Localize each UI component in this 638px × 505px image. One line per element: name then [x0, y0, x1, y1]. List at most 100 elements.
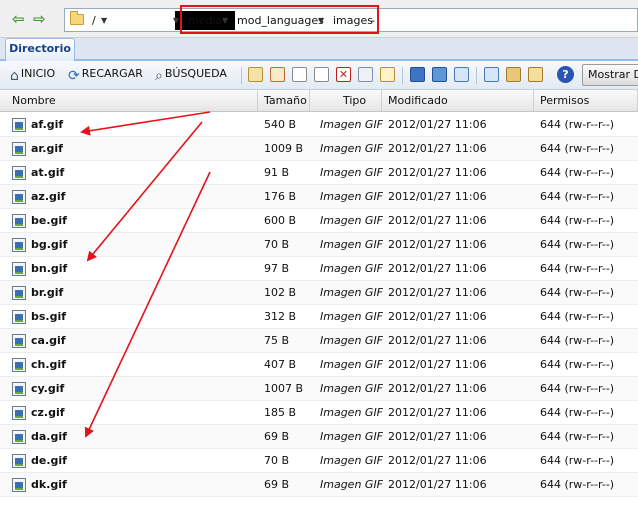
gif-image-icon — [12, 214, 26, 228]
back-arrow-icon[interactable]: ⇦ — [12, 12, 25, 27]
column-header-name[interactable]: Nombre — [7, 90, 258, 112]
gif-image-icon — [12, 478, 26, 492]
view-thumbnails-icon[interactable] — [410, 67, 425, 82]
table-row[interactable]: be.gif 600 B Imagen GIF 2012/01/27 11:06 644… — [0, 209, 638, 233]
extract-icon[interactable] — [528, 67, 543, 82]
file-size: 540 B — [264, 118, 297, 131]
file-size: 185 B — [264, 406, 297, 419]
delete-icon[interactable]: ✕ — [336, 67, 351, 82]
file-modified: 2012/01/27 11:06 — [388, 286, 487, 299]
file-size: 70 B — [264, 238, 290, 251]
file-name: de.gif — [31, 454, 67, 467]
file-size: 102 B — [264, 286, 297, 299]
edit-icon[interactable] — [270, 67, 285, 82]
toolbar-separator — [241, 67, 242, 84]
file-modified: 2012/01/27 11:06 — [388, 166, 487, 179]
file-type: Imagen GIF — [320, 214, 384, 227]
file-name: cz.gif — [31, 406, 65, 419]
archive-icon[interactable] — [506, 67, 521, 82]
table-row[interactable]: cz.gif 185 B Imagen GIF 2012/01/27 11:06 644… — [0, 401, 638, 425]
upload-icon[interactable] — [484, 67, 499, 82]
chevron-down-icon[interactable]: ▼ — [101, 15, 107, 27]
file-modified: 2012/01/27 11:06 — [388, 214, 487, 227]
chevron-down-icon[interactable]: ▼ — [173, 15, 179, 27]
help-icon[interactable]: ? — [557, 66, 574, 83]
file-type: Imagen GIF — [320, 310, 384, 323]
folder-icon — [70, 11, 84, 25]
toolbar-separator — [402, 67, 403, 84]
file-name: bn.gif — [31, 262, 68, 275]
file-permissions: 644 (rw-r--r--) — [540, 310, 615, 323]
table-row[interactable]: az.gif 176 B Imagen GIF 2012/01/27 11:06 644… — [0, 185, 638, 209]
rename-icon[interactable] — [380, 67, 395, 82]
file-name: da.gif — [31, 430, 67, 443]
file-modified: 2012/01/27 11:06 — [388, 310, 487, 323]
table-row[interactable]: bs.gif 312 B Imagen GIF 2012/01/27 11:06 644… — [0, 305, 638, 329]
column-header-size[interactable]: Tamaño — [259, 90, 310, 112]
file-size: 69 B — [264, 478, 290, 491]
file-permissions: 644 (rw-r--r--) — [540, 358, 615, 371]
gif-image-icon — [12, 334, 26, 348]
move-icon[interactable] — [358, 67, 373, 82]
file-modified: 2012/01/27 11:06 — [388, 406, 487, 419]
home-button[interactable]: ⌂ INICIO — [10, 67, 55, 84]
copy-icon[interactable] — [292, 67, 307, 82]
file-type: Imagen GIF — [320, 166, 384, 179]
table-row[interactable]: dk.gif 69 B Imagen GIF 2012/01/27 11:06 644 … — [0, 473, 638, 497]
table-row[interactable]: da.gif 69 B Imagen GIF 2012/01/27 11:06 644 … — [0, 425, 638, 449]
breadcrumb-root[interactable]: / — [92, 14, 96, 27]
table-row[interactable]: br.gif 102 B Imagen GIF 2012/01/27 11:06 644… — [0, 281, 638, 305]
gif-image-icon — [12, 406, 26, 420]
table-row[interactable]: ar.gif 1009 B Imagen GIF 2012/01/27 11:06 64… — [0, 137, 638, 161]
table-row[interactable]: de.gif 70 B Imagen GIF 2012/01/27 11:06 644 … — [0, 449, 638, 473]
file-size: 407 B — [264, 358, 297, 371]
file-modified: 2012/01/27 11:06 — [388, 262, 487, 275]
gif-image-icon — [12, 430, 26, 444]
file-modified: 2012/01/27 11:06 — [388, 358, 487, 371]
table-row[interactable]: af.gif 540 B Imagen GIF 2012/01/27 11:06 644… — [0, 113, 638, 137]
file-modified: 2012/01/27 11:06 — [388, 382, 487, 395]
table-row[interactable]: bg.gif 70 B Imagen GIF 2012/01/27 11:06 644 … — [0, 233, 638, 257]
highlight-box — [180, 5, 379, 34]
file-size: 1007 B — [264, 382, 304, 395]
forward-arrow-icon[interactable]: ⇨ — [33, 12, 46, 27]
reload-button[interactable]: ⟳ RECARGAR — [68, 67, 143, 84]
file-modified: 2012/01/27 11:06 — [388, 142, 487, 155]
file-type: Imagen GIF — [320, 142, 384, 155]
table-row[interactable]: cy.gif 1007 B Imagen GIF 2012/01/27 11:06 64… — [0, 377, 638, 401]
table-row[interactable]: ca.gif 75 B Imagen GIF 2012/01/27 11:06 644 … — [0, 329, 638, 353]
download-icon[interactable] — [454, 67, 469, 82]
view-details-icon[interactable] — [432, 67, 447, 82]
file-permissions: 644 (rw-r--r--) — [540, 190, 615, 203]
file-size: 70 B — [264, 454, 290, 467]
file-modified: 2012/01/27 11:06 — [388, 454, 487, 467]
paste-icon[interactable] — [314, 67, 329, 82]
gif-image-icon — [12, 118, 26, 132]
file-grid-header: Nombre Tamaño Tipo Modificado Permisos — [0, 90, 638, 112]
column-header-permissions[interactable]: Permisos — [535, 90, 638, 112]
tab-directorio[interactable]: Directorio — [5, 38, 75, 61]
file-size: 69 B — [264, 430, 290, 443]
table-row[interactable]: bn.gif 97 B Imagen GIF 2012/01/27 11:06 644 … — [0, 257, 638, 281]
table-row[interactable]: at.gif 91 B Imagen GIF 2012/01/27 11:06 644 … — [0, 161, 638, 185]
search-button[interactable]: ⌕ BÚSQUEDA — [155, 67, 227, 84]
file-list: af.gif 540 B Imagen GIF 2012/01/27 11:06 644… — [0, 113, 638, 505]
file-name: br.gif — [31, 286, 64, 299]
file-name: ch.gif — [31, 358, 66, 371]
file-size: 312 B — [264, 310, 297, 323]
gif-image-icon — [12, 310, 26, 324]
column-header-modified[interactable]: Modificado — [383, 90, 534, 112]
new-file-icon[interactable] — [248, 67, 263, 82]
show-directory-button[interactable]: Mostrar Di — [582, 64, 638, 86]
file-permissions: 644 (rw-r--r--) — [540, 286, 615, 299]
magnifier-icon: ⌕ — [155, 68, 163, 84]
column-header-type[interactable]: Tipo — [311, 90, 382, 112]
file-permissions: 644 (rw-r--r--) — [540, 454, 615, 467]
table-row[interactable]: ch.gif 407 B Imagen GIF 2012/01/27 11:06 644… — [0, 353, 638, 377]
file-type: Imagen GIF — [320, 358, 384, 371]
file-name: bg.gif — [31, 238, 68, 251]
file-name: cy.gif — [31, 382, 65, 395]
gif-image-icon — [12, 262, 26, 276]
gif-image-icon — [12, 142, 26, 156]
file-type: Imagen GIF — [320, 430, 384, 443]
